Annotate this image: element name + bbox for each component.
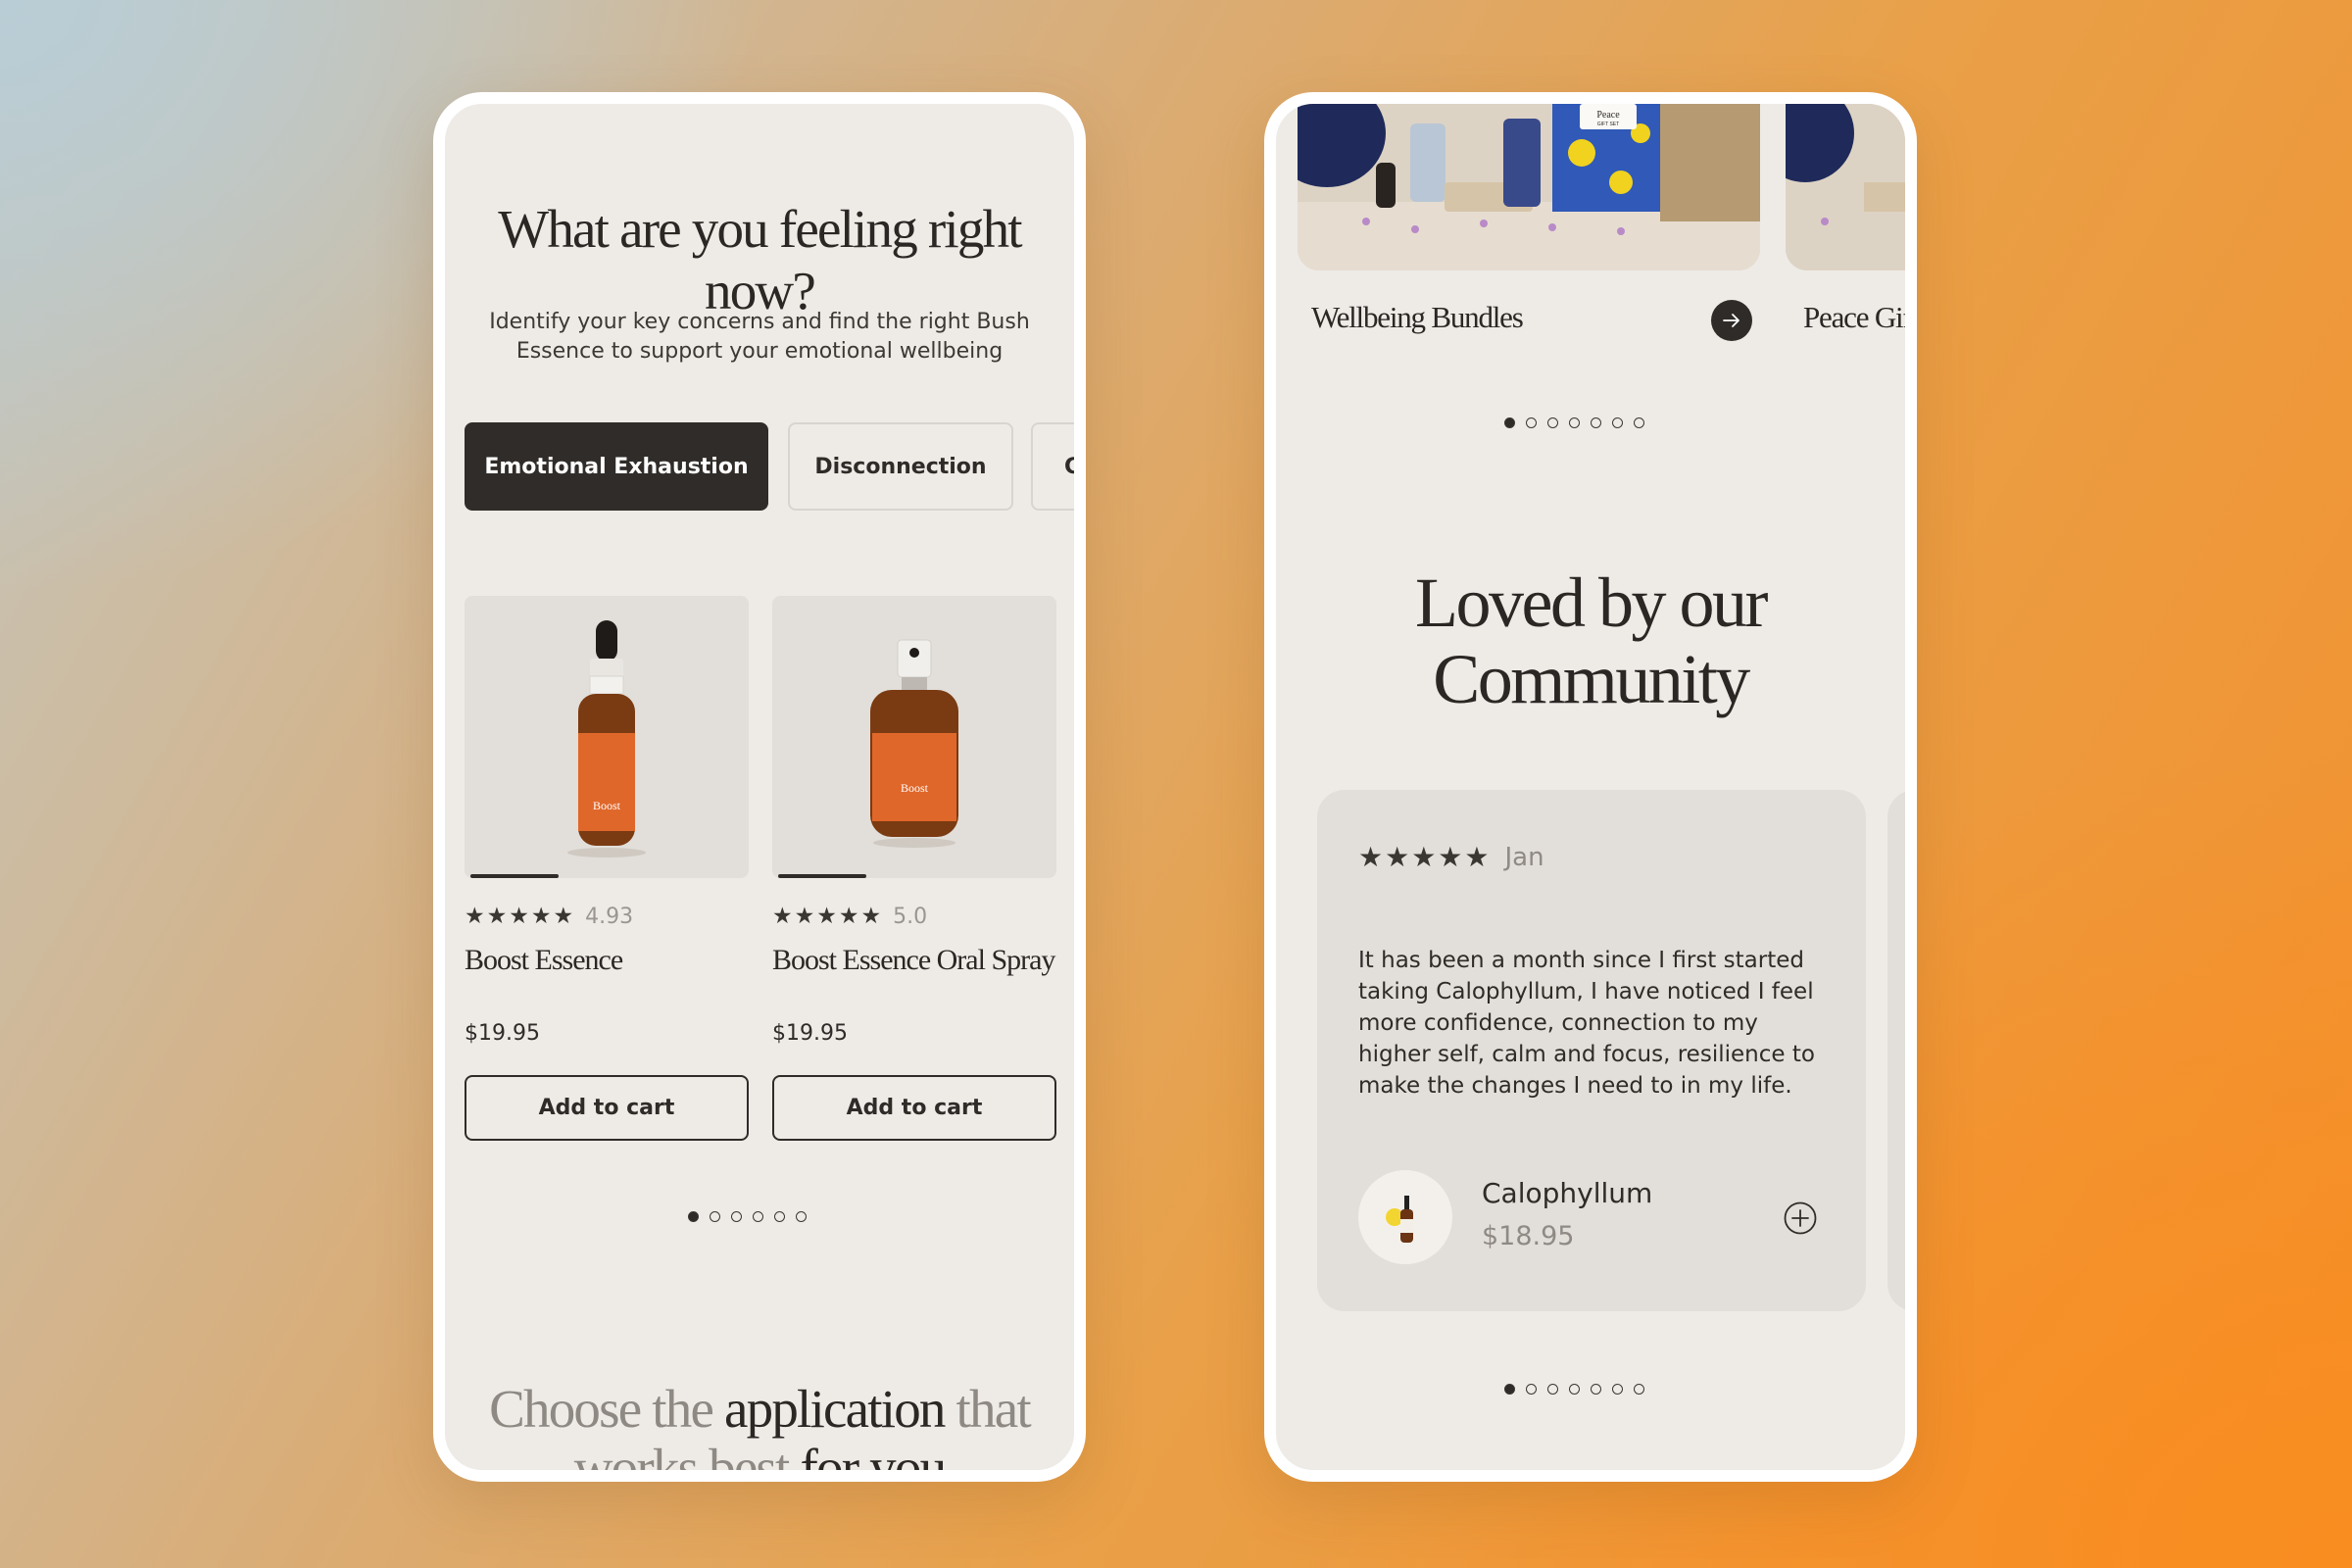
- product-card: Boost ★★★★★ 5.0 Boost Essence Oral Spray…: [772, 596, 1056, 1141]
- product-image[interactable]: Boost: [465, 596, 749, 878]
- carousel-dot[interactable]: [1504, 1384, 1515, 1395]
- section-title: What are you feeling right now?: [498, 199, 1022, 320]
- image-progress-bar: [778, 874, 866, 878]
- star-rating-icon: ★★★★★: [1358, 841, 1492, 873]
- community-title: Loved by our Community: [1415, 564, 1768, 718]
- bundle-name[interactable]: Peace Gift: [1803, 300, 1905, 335]
- phone-screen-left: What are you feeling right now? Identify…: [433, 92, 1086, 1482]
- review-author: Jan: [1504, 842, 1544, 872]
- phone-screen-right: Peace GIFT SET Wellbeing Bundles Peace G…: [1264, 92, 1917, 1482]
- bundle-arrow-button[interactable]: [1711, 300, 1752, 341]
- spray-bottle-icon: Boost: [870, 639, 958, 848]
- carousel-dot[interactable]: [774, 1211, 785, 1222]
- bundle-image[interactable]: Peace GIFT SET: [1298, 104, 1760, 270]
- image-progress-bar: [470, 874, 559, 878]
- svg-text:Boost: Boost: [901, 781, 929, 795]
- carousel-dot[interactable]: [731, 1211, 742, 1222]
- chip-emotional-exhaustion[interactable]: Emotional Exhaustion: [465, 422, 768, 511]
- carousel-dot[interactable]: [688, 1211, 699, 1222]
- carousel-dot[interactable]: [1547, 1384, 1558, 1395]
- review-text: It has been a month since I first starte…: [1358, 948, 1815, 1099]
- application-heading: Choose the application that works best f…: [489, 1379, 1032, 1482]
- review-carousel-dots[interactable]: [1504, 1384, 1644, 1395]
- carousel-dot[interactable]: [1612, 417, 1623, 428]
- star-rating-icon: ★★★★★: [465, 904, 576, 929]
- carousel-dot[interactable]: [1526, 1384, 1537, 1395]
- next-review-card[interactable]: [1887, 790, 1905, 1311]
- carousel-dot[interactable]: [753, 1211, 763, 1222]
- rating: ★★★★★ 4.93: [465, 904, 749, 929]
- carousel-dot[interactable]: [710, 1211, 720, 1222]
- product-bottle-icon: [1386, 1196, 1413, 1243]
- product-name[interactable]: Boost Essence Oral Spray: [772, 943, 1056, 1021]
- add-plus-icon[interactable]: [1784, 1201, 1817, 1235]
- bundle-photo-icon: Peace GIFT SET: [1298, 104, 1760, 270]
- dropper-bottle-icon: Boost: [567, 620, 646, 858]
- svg-text:Boost: Boost: [593, 799, 621, 812]
- product-name[interactable]: Boost Essence: [465, 943, 749, 1021]
- product-thumbnail[interactable]: [1358, 1170, 1452, 1264]
- review-product-price: $18.95: [1482, 1221, 1575, 1251]
- svg-text:Peace: Peace: [1596, 110, 1620, 121]
- bundle-carousel-dots[interactable]: [1504, 417, 1644, 428]
- carousel-dot[interactable]: [1526, 417, 1537, 428]
- rating: ★★★★★ 5.0: [772, 904, 1056, 929]
- product-image[interactable]: Boost: [772, 596, 1056, 878]
- rating-value: 5.0: [893, 904, 928, 929]
- review-header: ★★★★★ Jan: [1358, 841, 1544, 873]
- carousel-dot[interactable]: [796, 1211, 807, 1222]
- bundle-name[interactable]: Wellbeing Bundles: [1311, 300, 1524, 335]
- bundle-image[interactable]: [1786, 104, 1905, 270]
- product-price: $19.95: [772, 1021, 848, 1046]
- rating-value: 4.93: [585, 904, 634, 929]
- carousel-dot[interactable]: [1591, 1384, 1601, 1395]
- product-carousel-dots[interactable]: [688, 1211, 807, 1222]
- arrow-right-icon: [1723, 314, 1740, 327]
- carousel-dot[interactable]: [1634, 417, 1644, 428]
- add-to-cart-button[interactable]: Add to cart: [772, 1075, 1056, 1141]
- section-subtitle: Identify your key concerns and find the …: [489, 310, 1030, 364]
- carousel-dot[interactable]: [1569, 1384, 1580, 1395]
- star-rating-icon: ★★★★★: [772, 904, 884, 929]
- carousel-dot[interactable]: [1591, 417, 1601, 428]
- svg-text:GIFT SET: GIFT SET: [1597, 122, 1619, 127]
- carousel-dot[interactable]: [1569, 417, 1580, 428]
- carousel-dot[interactable]: [1504, 417, 1515, 428]
- carousel-dot[interactable]: [1634, 1384, 1644, 1395]
- carousel-dot[interactable]: [1547, 417, 1558, 428]
- chip-partial[interactable]: C: [1031, 422, 1074, 511]
- product-card: Boost ★★★★★ 4.93 Boost Essence $19.95 Ad…: [465, 596, 749, 1141]
- add-to-cart-button[interactable]: Add to cart: [465, 1075, 749, 1141]
- bundle-photo-icon: [1786, 104, 1905, 270]
- review-product-name[interactable]: Calophyllum: [1482, 1177, 1652, 1209]
- product-price: $19.95: [465, 1021, 540, 1046]
- chip-disconnection[interactable]: Disconnection: [788, 422, 1013, 511]
- review-card: ★★★★★ Jan It has been a month since I fi…: [1317, 790, 1866, 1311]
- carousel-dot[interactable]: [1612, 1384, 1623, 1395]
